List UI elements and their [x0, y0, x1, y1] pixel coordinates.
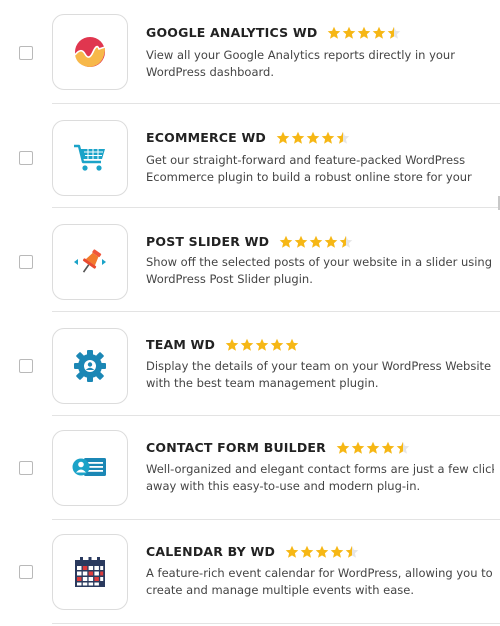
- description-line: WordPress Post Slider plugin.: [146, 272, 313, 286]
- plugin-description: Get our straight-forward and feature-pac…: [146, 152, 494, 186]
- calendar-icon: [75, 557, 105, 587]
- select-checkbox[interactable]: [19, 461, 33, 475]
- plugin-icon-tile[interactable]: [52, 14, 128, 90]
- star-full-icon: [276, 131, 290, 144]
- star-full-icon: [270, 338, 284, 351]
- contact-card-icon: [72, 458, 106, 476]
- plugin-row: CALENDAR BY WD A feature-rich event cale…: [0, 520, 500, 624]
- description-line: WordPress dashboard.: [146, 65, 274, 79]
- description-line: Get our straight-forward and feature-pac…: [146, 153, 466, 167]
- star-full-icon: [240, 338, 254, 351]
- rating-stars: [225, 338, 300, 352]
- plugin-row: CONTACT FORM BUILDER Well-organized and …: [0, 416, 500, 520]
- star-full-icon: [373, 26, 386, 39]
- star-half-icon: [388, 26, 401, 39]
- description-line: View all your Google Analytics reports d…: [146, 48, 455, 62]
- plugin-icon-tile[interactable]: [52, 120, 128, 196]
- plugin-row: ECOMMERCE WD Get our straight-forward an…: [0, 104, 500, 208]
- plugin-icon-tile[interactable]: [52, 534, 128, 610]
- description-line: with the best team management plugin.: [146, 376, 379, 390]
- plugin-title[interactable]: CALENDAR BY WD: [146, 544, 275, 559]
- pin-slider-icon: [74, 249, 106, 273]
- star-full-icon: [321, 131, 335, 144]
- star-full-icon: [306, 131, 320, 144]
- star-full-icon: [351, 441, 365, 454]
- rating-stars: [336, 441, 411, 455]
- description-line: Well-organized and elegant contact forms…: [146, 462, 494, 476]
- star-full-icon: [343, 26, 356, 39]
- plugin-title[interactable]: POST SLIDER WD: [146, 234, 269, 249]
- star-full-icon: [285, 338, 299, 351]
- description-line: create and manage multiple events with e…: [146, 583, 414, 597]
- plugin-description: Well-organized and elegant contact forms…: [146, 461, 494, 495]
- rating-stars: [327, 26, 402, 40]
- star-full-icon: [328, 26, 341, 39]
- plugin-title[interactable]: CONTACT FORM BUILDER: [146, 440, 326, 455]
- plugin-icon-tile[interactable]: [52, 430, 128, 506]
- star-full-icon: [291, 131, 305, 144]
- star-full-icon: [315, 545, 329, 558]
- star-full-icon: [358, 26, 371, 39]
- star-full-icon: [309, 235, 323, 248]
- rating-stars: [285, 545, 360, 559]
- star-full-icon: [225, 338, 239, 351]
- description-line: Display the details of your team on your…: [146, 359, 492, 373]
- plugin-description: Show off the selected posts of your webs…: [146, 254, 494, 288]
- select-checkbox[interactable]: [19, 46, 33, 60]
- star-full-icon: [324, 235, 338, 248]
- team-gear-icon: [74, 350, 106, 382]
- rating-stars: [276, 131, 351, 145]
- star-full-icon: [381, 441, 395, 454]
- plugin-row: GOOGLE ANALYTICS WD View all your Google…: [0, 0, 500, 104]
- plugin-row: POST SLIDER WD Show off the selected pos…: [0, 208, 500, 312]
- select-checkbox[interactable]: [19, 255, 33, 269]
- select-checkbox[interactable]: [19, 565, 33, 579]
- plugin-icon-tile[interactable]: [52, 328, 128, 404]
- select-checkbox[interactable]: [19, 151, 33, 165]
- rating-stars: [279, 235, 354, 249]
- plugin-title[interactable]: GOOGLE ANALYTICS WD: [146, 25, 317, 40]
- description-line: Show off the selected posts of your webs…: [146, 255, 493, 269]
- star-full-icon: [285, 545, 299, 558]
- star-half-icon: [396, 441, 410, 454]
- star-half-icon: [339, 235, 353, 248]
- star-full-icon: [300, 545, 314, 558]
- plugin-list: GOOGLE ANALYTICS WD View all your Google…: [0, 0, 500, 626]
- star-full-icon: [279, 235, 293, 248]
- description-line: away with this easy-to-use and modern pl…: [146, 479, 421, 493]
- plugin-description: View all your Google Analytics reports d…: [146, 47, 494, 81]
- star-full-icon: [255, 338, 269, 351]
- description-line: A feature-rich event calendar for WordPr…: [146, 566, 493, 580]
- plugin-description: Display the details of your team on your…: [146, 358, 494, 392]
- star-half-icon: [345, 545, 359, 558]
- plugin-title[interactable]: TEAM WD: [146, 337, 215, 352]
- star-half-icon: [336, 131, 350, 144]
- row-divider: [52, 623, 500, 624]
- select-checkbox[interactable]: [19, 359, 33, 373]
- description-line: Ecommerce plugin to build a robust onlin…: [146, 170, 472, 184]
- star-full-icon: [366, 441, 380, 454]
- plugin-title[interactable]: ECOMMERCE WD: [146, 130, 266, 145]
- analytics-chart-icon: [74, 37, 106, 67]
- plugin-icon-tile[interactable]: [52, 224, 128, 300]
- star-full-icon: [294, 235, 308, 248]
- star-full-icon: [336, 441, 350, 454]
- plugin-row: TEAM WD Display the details of your team…: [0, 312, 500, 416]
- plugin-description: A feature-rich event calendar for WordPr…: [146, 565, 494, 599]
- star-full-icon: [330, 545, 344, 558]
- shopping-cart-icon: [74, 144, 105, 171]
